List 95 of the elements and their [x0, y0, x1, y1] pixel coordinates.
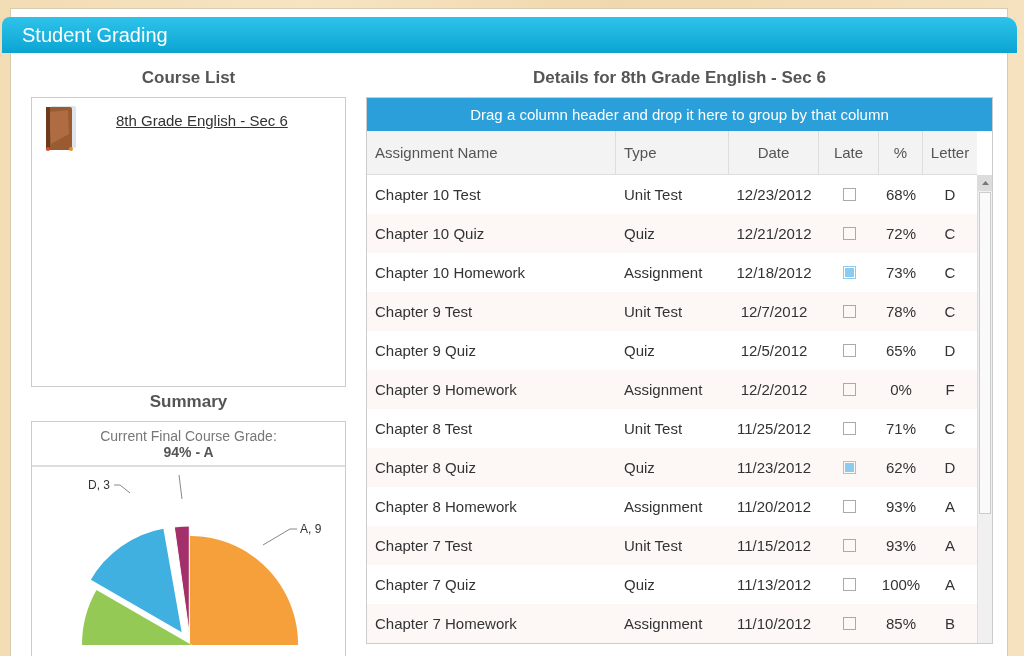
table-cell-text: A	[944, 575, 956, 595]
table-cell-text: 0%	[889, 380, 913, 400]
table-cell-text: Chapter 7 Quiz	[374, 575, 477, 595]
table-cell-text: C	[943, 263, 957, 283]
table-cell-text: 11/23/2012	[736, 458, 812, 478]
late-checkbox[interactable]	[842, 461, 856, 474]
late-checkbox[interactable]	[842, 422, 856, 435]
late-checkbox[interactable]	[842, 539, 856, 552]
table-cell-text: Chapter 8 Quiz	[374, 458, 477, 478]
table-cell-text: 11/13/2012	[736, 575, 812, 595]
table-cell-text: Chapter 10 Test	[374, 185, 482, 205]
table-cell-text: 12/23/2012	[735, 185, 813, 205]
table-cell-text: C	[943, 302, 957, 322]
table-cell-text: Assignment	[623, 497, 704, 517]
table-cell-text: 93%	[885, 536, 917, 556]
pie-label: D, 3	[88, 478, 110, 492]
book-icon	[44, 104, 78, 152]
table-cell-text: Unit Test	[623, 185, 684, 205]
table-cell-text: 100%	[880, 575, 922, 595]
table-cell-text: Chapter 9 Homework	[374, 380, 518, 400]
table-cell-text: 73%	[885, 263, 917, 283]
table-cell-text: 65%	[885, 341, 917, 361]
scroll-thumb[interactable]	[979, 192, 991, 514]
details-heading: Details for 8th Grade English - Sec 6	[532, 67, 827, 89]
leader-line	[113, 484, 131, 494]
table-cell-text: 11/25/2012	[736, 419, 812, 439]
table-cell-text: Chapter 8 Homework	[374, 497, 518, 517]
column-header[interactable]: Letter	[923, 131, 977, 174]
leader-line	[178, 474, 183, 500]
pie-label: A, 9	[300, 522, 322, 536]
table-cell-text: Quiz	[623, 575, 656, 595]
table-cell-text: F	[944, 380, 956, 400]
table-cell-text: Unit Test	[623, 536, 684, 556]
table-cell-text: Chapter 7 Homework	[374, 614, 518, 634]
late-checkbox[interactable]	[842, 266, 856, 279]
window-title: Student Grading	[22, 23, 168, 47]
table-cell-text: 12/7/2012	[739, 302, 809, 322]
table-cell-text: 93%	[885, 497, 917, 517]
table-cell-text: D	[943, 341, 957, 361]
table-cell-text: 62%	[885, 458, 917, 478]
table-cell-text: Chapter 10 Homework	[374, 263, 527, 283]
late-checkbox[interactable]	[842, 227, 856, 240]
group-hint: Drag a column header and drop it here to group by that column	[470, 106, 889, 123]
late-checkbox[interactable]	[842, 305, 856, 318]
column-header[interactable]: Assignment Name	[367, 131, 616, 174]
table-cell-text: 12/5/2012	[739, 341, 809, 361]
leader-line	[262, 528, 298, 546]
column-header[interactable]: Type	[616, 131, 729, 174]
table-cell-text: Quiz	[623, 458, 656, 478]
table-cell-text: 12/21/2012	[735, 224, 813, 244]
table-cell-text: Chapter 9 Quiz	[374, 341, 477, 361]
table-cell-text: C	[943, 419, 957, 439]
column-header[interactable]: Date	[729, 131, 819, 174]
table-cell-text: 68%	[885, 185, 917, 205]
late-checkbox[interactable]	[842, 617, 856, 630]
table-cell-text: Quiz	[623, 341, 656, 361]
table-cell-text: Assignment	[623, 380, 704, 400]
grade-value: 94% - A	[163, 444, 214, 460]
table-cell-text: A	[944, 536, 956, 556]
table-cell-text: 11/10/2012	[736, 614, 812, 634]
table-cell-text: D	[943, 185, 957, 205]
table-cell-text: 11/20/2012	[736, 497, 812, 517]
table-cell-text: Unit Test	[623, 302, 684, 322]
table-cell-text: A	[944, 497, 956, 517]
late-checkbox[interactable]	[842, 344, 856, 357]
table-cell-text: Unit Test	[623, 419, 684, 439]
table-cell-text: C	[943, 224, 957, 244]
late-checkbox[interactable]	[842, 500, 856, 513]
table-cell-text: Chapter 9 Test	[374, 302, 474, 322]
grade-caption: Current Final Course Grade:	[100, 428, 277, 444]
table-cell-text: 85%	[885, 614, 917, 634]
late-checkbox[interactable]	[842, 188, 856, 201]
column-header[interactable]: Late	[819, 131, 879, 174]
table-cell-text: 71%	[885, 419, 917, 439]
course-link[interactable]: 8th Grade English - Sec 6	[116, 111, 288, 129]
table-cell-text: 72%	[885, 224, 917, 244]
late-checkbox[interactable]	[842, 578, 856, 591]
course-list-heading: Course List	[140, 67, 237, 89]
table-cell-text: D	[943, 458, 957, 478]
table-cell-text: Quiz	[623, 224, 656, 244]
table-cell-text: Chapter 7 Test	[374, 536, 474, 556]
table-cell-text: Chapter 10 Quiz	[374, 224, 486, 244]
table-cell-text: Assignment	[623, 263, 704, 283]
table-cell-text: 11/15/2012	[736, 536, 812, 556]
table-cell-text: Assignment	[623, 614, 704, 634]
summary-heading: Summary	[148, 391, 229, 413]
late-checkbox[interactable]	[842, 383, 856, 396]
scrollbar[interactable]	[977, 175, 992, 643]
table-cell-text: Chapter 8 Test	[374, 419, 474, 439]
scroll-up-icon[interactable]	[978, 175, 992, 191]
table-cell-text: 12/18/2012	[735, 263, 813, 283]
column-header[interactable]: %	[879, 131, 923, 174]
table-cell-text: 78%	[885, 302, 917, 322]
table-cell-text: 12/2/2012	[739, 380, 809, 400]
table-cell-text: B	[944, 614, 956, 634]
